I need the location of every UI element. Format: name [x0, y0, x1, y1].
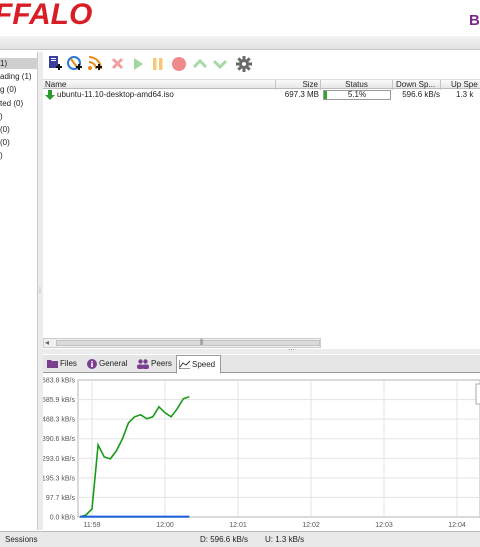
scrollbar-grip-icon: ⦀ [200, 338, 204, 347]
torrent-name: ubuntu-11.10-desktop-amd64.iso [57, 90, 174, 99]
y-tick-label: 97.7 kB/s [46, 495, 76, 502]
tab-peers[interactable]: Peers [135, 355, 175, 373]
speed-chart-icon [179, 360, 190, 370]
header: FFALO Bi [0, 0, 480, 36]
tab-general-label: General [99, 359, 128, 368]
tab-general[interactable]: General [85, 355, 135, 373]
stop-icon [172, 57, 186, 71]
move-up-button[interactable] [191, 55, 209, 73]
sessions-label[interactable]: Sessions [5, 532, 37, 547]
torrent-size: 697.3 MB [284, 90, 319, 99]
scrollbar-thumb[interactable]: ⦀ [56, 338, 320, 347]
sidebar-item[interactable]: ) [0, 150, 3, 161]
speed-chart: 683.8 kB/s 585.9 kB/s 488.3 kB/s 390.6 kB/s… [43, 378, 480, 529]
x-tick-label: 12:02 [302, 522, 320, 529]
move-down-button[interactable] [211, 55, 229, 73]
progress-text: 5.1% [347, 90, 367, 99]
chevron-down-icon [212, 59, 228, 70]
tab-speed-label: Speed [192, 360, 216, 369]
splitter-grip-icon: ⁞ [39, 288, 41, 295]
app-window: FFALO Bi 1) ading (1) g (0) ted (0)) (0) (0… [0, 0, 480, 547]
chevron-up-icon [192, 58, 208, 69]
sidebar: 1) ading (1) g (0) ted (0)) (0) (0)) [0, 52, 38, 530]
status-down-speed: D: 596.6 kB/s [200, 535, 249, 544]
sidebar-item[interactable]: ted (0) [0, 98, 23, 109]
status-bar: Sessions D: 596.6 kB/s U: 1.3 kB/s [0, 531, 480, 547]
details-tabs: Files General Peers Speed [43, 355, 480, 374]
torrent-up-speed: 1.3 k [456, 90, 474, 99]
tab-peers-label: Peers [151, 359, 172, 368]
y-tick-label: 488.3 kB/s [43, 417, 75, 424]
sidebar-item[interactable]: (0) [0, 137, 10, 148]
torrent-down-speed: 596.6 kB/s [402, 90, 440, 99]
panel-splitter-grip-icon: ⋯ [288, 347, 295, 354]
add-url-button[interactable] [66, 55, 84, 73]
tab-files[interactable]: Files [45, 355, 85, 373]
torrent-table-header: Name Size Status Down Sp... Up Spe [43, 79, 480, 90]
status-up-speed: U: 1.3 kB/s [265, 535, 305, 544]
table-row[interactable]: ubuntu-11.10-desktop-amd64.iso 697.3 MB … [43, 89, 480, 101]
x-tick-label: 12:01 [229, 522, 247, 529]
header-separator [0, 36, 480, 50]
downloading-arrow-icon [45, 90, 55, 100]
add-file-icon [49, 56, 62, 70]
chart-plot-area [77, 379, 480, 518]
sidebar-item[interactable]: (0) [0, 124, 10, 135]
add-url-icon [67, 56, 82, 70]
x-tick-label: 11:59 [84, 522, 101, 529]
folder-icon [47, 360, 58, 369]
sidebar-item[interactable]: ) [0, 111, 3, 122]
y-tick-label: 293.0 kB/s [43, 456, 75, 463]
y-tick-label: 585.9 kB/s [43, 397, 75, 404]
remove-button[interactable] [109, 55, 127, 73]
y-tick-label: 390.6 kB/s [43, 436, 75, 443]
header-title: Bi [469, 12, 480, 29]
brand-logo: FFALO [0, 0, 93, 31]
pause-button[interactable] [149, 55, 167, 73]
torrent-progress-bar: 5.1% [323, 90, 391, 100]
x-tick-label: 12:00 [156, 522, 174, 529]
start-button[interactable] [129, 55, 147, 73]
y-tick-label: 195.3 kB/s [43, 475, 75, 482]
peers-icon [137, 359, 149, 369]
x-tick-label: 12:04 [448, 522, 466, 529]
tab-files-label: Files [60, 359, 77, 368]
x-tick-label: 12:03 [375, 522, 393, 529]
y-tick-label: 683.8 kB/s [43, 378, 75, 385]
sidebar-item[interactable]: 1) [0, 58, 38, 69]
add-rss-icon [88, 56, 102, 70]
settings-button[interactable] [235, 55, 253, 73]
gear-icon [236, 56, 252, 72]
sidebar-item[interactable]: ading (1) [0, 71, 32, 82]
tab-speed[interactable]: Speed [176, 355, 221, 374]
stop-button[interactable] [170, 55, 188, 73]
chart-legend [475, 383, 480, 405]
scroll-left-icon[interactable]: ◂ [45, 338, 49, 347]
y-tick-label: 0.0 kB/s [50, 515, 76, 522]
panel-splitter[interactable] [43, 349, 480, 354]
horizontal-scrollbar[interactable]: ◂ ⦀ [43, 338, 321, 348]
add-rss-button[interactable] [86, 55, 104, 73]
pause-icon [153, 58, 163, 70]
remove-icon [111, 57, 124, 70]
play-icon [134, 58, 143, 70]
info-icon [87, 358, 97, 369]
add-torrent-button[interactable] [46, 55, 64, 73]
speed-graph-panel: 683.8 kB/s 585.9 kB/s 488.3 kB/s 390.6 kB/s… [43, 374, 480, 530]
toolbar [43, 52, 480, 76]
sidebar-item[interactable]: g (0) [0, 84, 16, 95]
